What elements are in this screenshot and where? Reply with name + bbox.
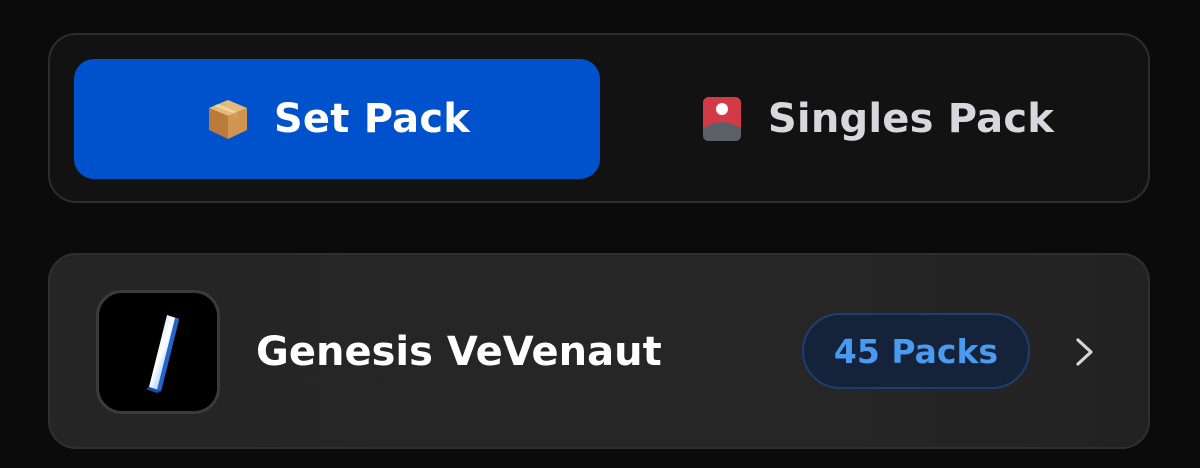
pack-selector-screen: Set Pack Singles Pack Genesis VeVenaut 4… <box>0 0 1200 468</box>
tab-singles-pack-label: Singles Pack <box>767 96 1055 142</box>
tab-set-pack[interactable]: Set Pack <box>74 59 600 179</box>
tab-singles-pack[interactable]: Singles Pack <box>626 59 1126 179</box>
chevron-right-icon <box>1070 335 1100 369</box>
card-icon <box>698 95 746 143</box>
package-icon <box>204 95 252 143</box>
tab-set-pack-label: Set Pack <box>273 96 471 142</box>
pack-type-tabs: Set Pack Singles Pack <box>48 33 1150 203</box>
pack-thumbnail <box>96 290 220 414</box>
pack-count-text: 45 Packs <box>833 331 999 371</box>
pack-list-item[interactable]: Genesis VeVenaut 45 Packs <box>48 253 1150 449</box>
pack-name: Genesis VeVenaut <box>256 329 662 375</box>
pack-count-badge: 45 Packs <box>802 313 1030 389</box>
